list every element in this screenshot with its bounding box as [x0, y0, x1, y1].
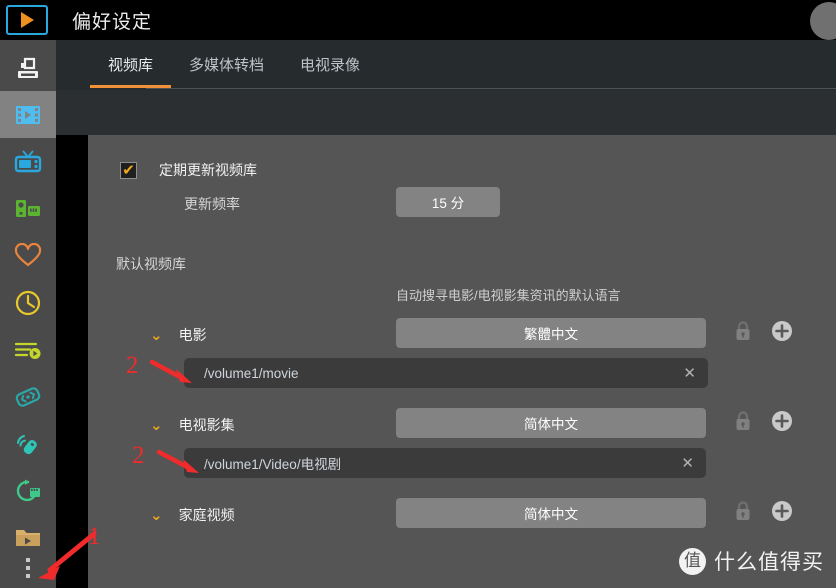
sidebar-item-recent[interactable]: [0, 279, 56, 326]
tab-label: 多媒体转档: [189, 56, 265, 74]
tab-media-conversion[interactable]: 多媒体转档: [171, 40, 282, 88]
plus-circle-icon[interactable]: [771, 410, 793, 432]
path-value: /volume1/movie: [204, 365, 299, 381]
sidebar-item-remote[interactable]: [0, 420, 56, 467]
auto-update-row: ✔ 定期更新视频库: [120, 160, 257, 180]
plus-circle-icon[interactable]: [771, 500, 793, 522]
sidebar: [0, 40, 56, 588]
user-avatar[interactable]: [810, 2, 836, 40]
annotation-2a-label: 2: [126, 352, 139, 379]
sidebar-item-video[interactable]: [0, 91, 56, 138]
frequency-value: 15 分: [431, 196, 465, 211]
sidebar-item-subtitle[interactable]: [0, 373, 56, 420]
group-home-header[interactable]: ⌄ 家庭视频: [150, 505, 235, 525]
lock-icon[interactable]: [733, 410, 753, 432]
tab-video-library[interactable]: 视频库: [90, 40, 172, 88]
dot: [26, 574, 30, 578]
lock-icon[interactable]: [733, 320, 753, 342]
lock-icon[interactable]: [733, 500, 753, 522]
content-gap: [56, 90, 836, 135]
group-name: 电影: [178, 327, 207, 343]
close-x-icon[interactable]: ✕: [681, 454, 694, 472]
watermark: 值 什么值得买: [679, 546, 824, 576]
dot: [26, 566, 30, 570]
nas-printer-icon: [18, 57, 38, 78]
sidebar-item-folder[interactable]: [0, 514, 56, 561]
tab-label: 电视录像: [300, 56, 361, 74]
language-hint-row: 自动搜寻电影/电视影集资讯的默认语言: [396, 285, 621, 304]
media-device-icon: [16, 199, 40, 217]
language-value: 繁體中文: [524, 327, 578, 342]
chevron-down-icon[interactable]: ⌄: [150, 328, 163, 343]
language-value: 简体中文: [524, 507, 578, 522]
auto-update-label: 定期更新视频库: [159, 162, 257, 178]
tv-path-field[interactable]: /volume1/Video/电视剧 ✕: [184, 448, 706, 478]
group-tv-header[interactable]: ⌄ 电视影集: [150, 415, 235, 435]
television-icon: [14, 149, 42, 172]
title-bar: 偏好设定: [0, 0, 836, 40]
frequency-row: 更新频率: [184, 194, 240, 214]
tab-underline: [146, 88, 836, 89]
tab-label: 视频库: [108, 56, 154, 74]
chevron-down-icon[interactable]: ⌄: [150, 508, 163, 523]
sidebar-item-favorite[interactable]: [0, 232, 56, 279]
language-value: 简体中文: [524, 417, 578, 432]
watermark-text: 什么值得买: [714, 551, 824, 574]
default-library-section: 默认视频库: [116, 254, 186, 274]
group-name: 电视影集: [178, 417, 235, 433]
more-vertical-icon[interactable]: [0, 558, 56, 578]
heart-icon: [14, 242, 42, 266]
sidebar-item-nas[interactable]: [0, 44, 56, 91]
sidebar-item-device[interactable]: [0, 185, 56, 232]
group-tv-language-select[interactable]: 简体中文: [396, 408, 706, 438]
movie-path-field[interactable]: /volume1/movie ✕: [184, 358, 708, 388]
clock-icon: [15, 290, 41, 315]
sidebar-item-tv[interactable]: [0, 138, 56, 185]
play-triangle-icon: [20, 12, 34, 28]
sidebar-item-conversion[interactable]: [0, 467, 56, 514]
dot: [26, 558, 30, 562]
tv-play-logo: [6, 5, 48, 35]
group-movie-language-select[interactable]: 繁體中文: [396, 318, 706, 348]
frequency-label: 更新频率: [184, 196, 240, 212]
group-name: 家庭视频: [178, 507, 235, 523]
plus-circle-icon[interactable]: [771, 320, 793, 342]
group-home-language-select[interactable]: 简体中文: [396, 498, 706, 528]
tab-tv-recording[interactable]: 电视录像: [282, 40, 378, 88]
remote-signal-icon: [17, 434, 37, 454]
page-title: 偏好设定: [72, 11, 153, 33]
watermark-badge: 值: [679, 547, 706, 575]
playlist-play-icon: [14, 342, 41, 359]
group-movie-header[interactable]: ⌄ 电影: [150, 325, 207, 345]
chevron-down-icon[interactable]: ⌄: [150, 418, 163, 433]
path-value: /volume1/Video/电视剧: [204, 457, 342, 472]
film-strip-icon: [16, 105, 40, 124]
frequency-select[interactable]: 15 分: [396, 187, 500, 217]
settings-panel: ✔ 定期更新视频库 更新频率 15 分 默认视频库 自动搜寻电影/电视影集资讯的…: [88, 135, 836, 588]
tag-subtitle-icon: [15, 386, 41, 407]
convert-clapper-icon: [16, 479, 40, 501]
annotation-1-label: 1: [88, 523, 101, 550]
language-hint: 自动搜寻电影/电视影集资讯的默认语言: [396, 288, 621, 303]
annotation-2b-label: 2: [132, 442, 145, 469]
app-window: 偏好设定 视频库 多媒体转档 电视录像 ✔ 定期更新视频库 更新频率 15 分 …: [0, 0, 836, 588]
folder-play-icon: [16, 529, 40, 546]
close-x-icon[interactable]: ✕: [683, 364, 696, 382]
default-library-label: 默认视频库: [116, 256, 186, 272]
checkmark-icon: ✔: [122, 161, 135, 179]
sidebar-item-playlist[interactable]: [0, 326, 56, 373]
tab-strip: 视频库 多媒体转档 电视录像: [56, 40, 836, 90]
auto-update-checkbox[interactable]: ✔: [120, 161, 137, 179]
